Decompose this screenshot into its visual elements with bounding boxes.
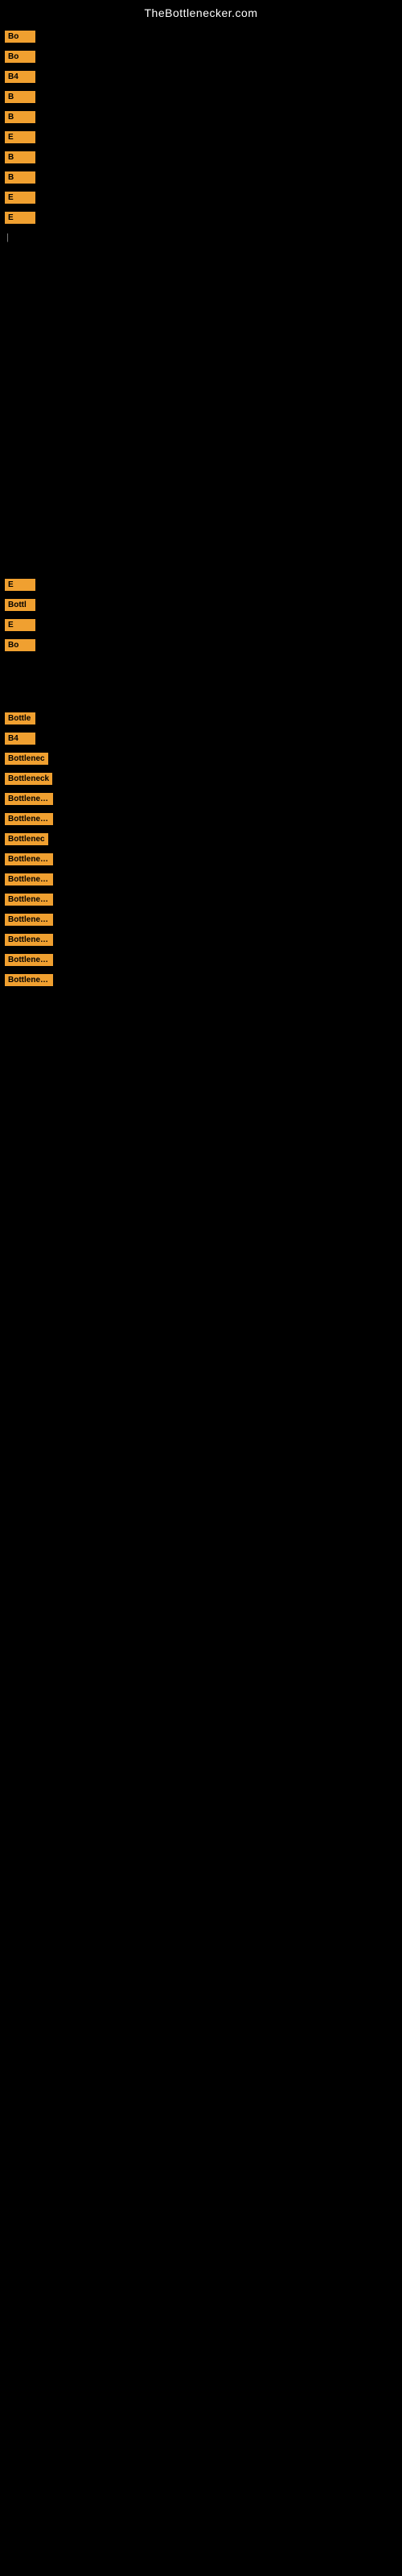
list-item: Bottleneck resu — [3, 872, 399, 887]
chart-area — [3, 250, 399, 572]
item-badge-10: E — [5, 212, 35, 224]
list-item: Bottleneck resu — [3, 892, 399, 907]
list-item: B4 — [3, 731, 399, 746]
item-badge-8: B — [5, 171, 35, 184]
list-item: Bottleneck re — [3, 852, 399, 867]
item-text-11: | — [3, 232, 399, 244]
item-badge-24: Bottleneck resu — [5, 873, 53, 886]
item-badge-26: Bottleneck resu — [5, 914, 53, 926]
item-badge-19: Bottleneck — [5, 773, 52, 785]
list-item: E — [3, 617, 399, 633]
item-badge-6: E — [5, 131, 35, 143]
list-item: Bo — [3, 638, 399, 653]
item-badge-4: B — [5, 91, 35, 103]
site-title: TheBottlenecker.com — [0, 0, 402, 23]
list-item: Bottle — [3, 711, 399, 726]
item-badge-29: Bottleneck res — [5, 974, 53, 986]
item-badge-16: Bottle — [5, 712, 35, 724]
spacer-1 — [3, 658, 399, 706]
list-item: E — [3, 190, 399, 205]
main-content: Bo Bo B4 B B E B B E E | E — [0, 23, 402, 994]
list-item: Bottleneck — [3, 771, 399, 786]
item-badge-13: Bottl — [5, 599, 35, 611]
list-item: B4 — [3, 69, 399, 85]
list-item: Bottleneck re — [3, 791, 399, 807]
item-badge-23: Bottleneck re — [5, 853, 53, 865]
list-item: Bo — [3, 29, 399, 44]
item-badge-9: E — [5, 192, 35, 204]
item-badge-1: Bo — [5, 31, 35, 43]
list-item: E — [3, 130, 399, 145]
list-item: B — [3, 150, 399, 165]
item-badge-7: B — [5, 151, 35, 163]
item-badge-12: E — [5, 579, 35, 591]
list-item: B — [3, 109, 399, 125]
list-item: Bottleneck resu — [3, 912, 399, 927]
item-badge-5: B — [5, 111, 35, 123]
item-badge-17: B4 — [5, 733, 35, 745]
item-badge-14: E — [5, 619, 35, 631]
list-item: E — [3, 577, 399, 592]
item-badge-27: Bottleneck resu — [5, 934, 53, 946]
list-item: Bottleneck res — [3, 972, 399, 988]
list-item: E — [3, 210, 399, 225]
item-badge-20: Bottleneck re — [5, 793, 53, 805]
item-badge-28: Bottleneck resul — [5, 954, 53, 966]
list-item: Bottleneck resu — [3, 932, 399, 947]
item-badge-25: Bottleneck resu — [5, 894, 53, 906]
list-item: Bottl — [3, 597, 399, 613]
item-badge-3: B4 — [5, 71, 35, 83]
item-badge-18: Bottlenec — [5, 753, 48, 765]
list-item: Bottlenec — [3, 751, 399, 766]
list-item-divider: | — [3, 230, 399, 246]
item-badge-15: Bo — [5, 639, 35, 651]
list-item: B — [3, 89, 399, 105]
item-badge-2: Bo — [5, 51, 35, 63]
item-badge-21: Bottleneck r — [5, 813, 53, 825]
list-item: B — [3, 170, 399, 185]
item-badge-22: Bottlenec — [5, 833, 48, 845]
list-item: Bottlenec — [3, 832, 399, 847]
list-item: Bottleneck r — [3, 811, 399, 827]
list-item: Bottleneck resul — [3, 952, 399, 968]
list-item: Bo — [3, 49, 399, 64]
